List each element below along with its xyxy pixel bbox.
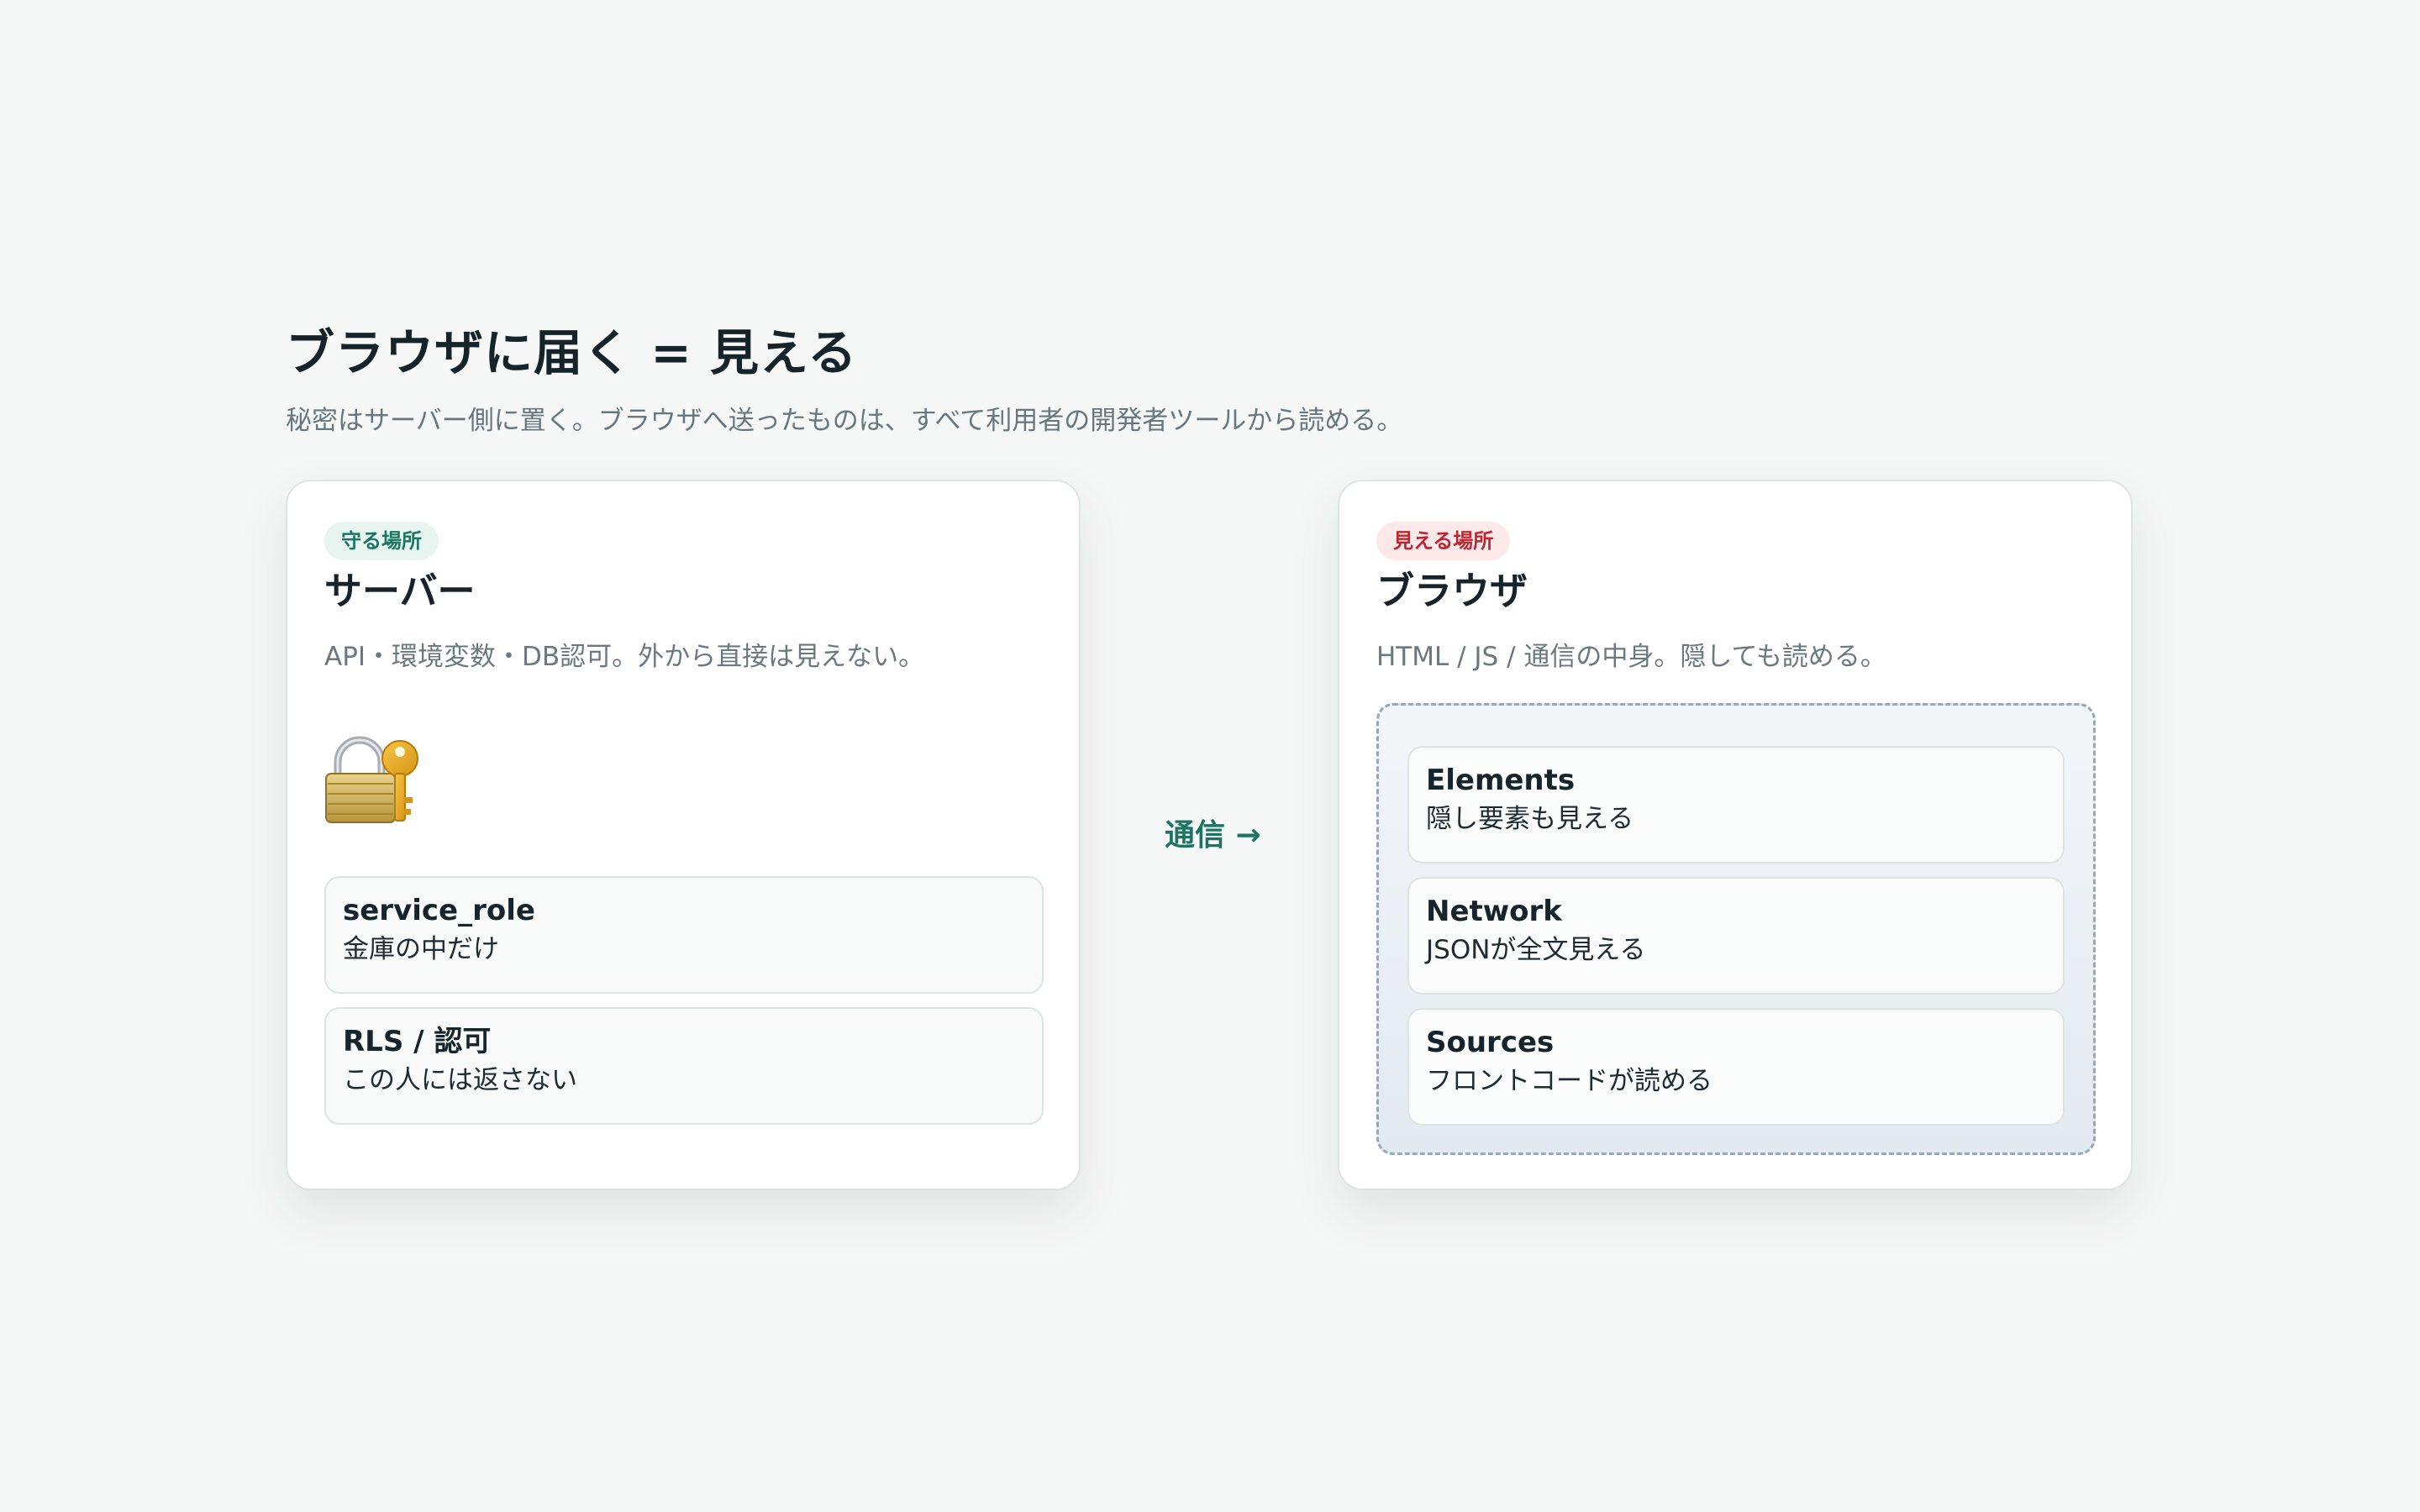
lock-with-key-icon [325,736,418,823]
devtools-item-network: Network JSONが全文見える [1407,877,2065,995]
devtools-item-elements: Elements 隠し要素も見える [1407,746,2065,864]
server-item-subtitle: 金庫の中だけ [343,934,499,964]
page-subtitle: 秘密はサーバー側に置く。ブラウザへ送ったものは、すべて利用者の開発者ツールから読… [286,406,1403,436]
devtools-item-subtitle: JSONが全文見える [1426,935,1646,965]
server-card-description: API・環境変数・DB認可。外から直接は見えない。 [324,642,925,672]
server-card-title: サーバー [324,569,476,613]
devtools-item-title: Network [1426,895,1562,928]
server-badge: 守る場所 [324,522,439,560]
page-title: ブラウザに届く = 見える [286,324,858,381]
server-item-title: RLS / 認可 [343,1025,492,1058]
server-item-subtitle: この人には返さない [343,1065,577,1095]
server-item-rls: RLS / 認可 この人には返さない [324,1007,1044,1125]
flow-arrow-label: 通信 → [1165,818,1261,853]
browser-badge: 見える場所 [1376,522,1511,560]
devtools-item-title: Sources [1426,1026,1555,1059]
browser-card: 見える場所 ブラウザ HTML / JS / 通信の中身。隠しても読める。 El… [1338,480,2133,1190]
devtools-item-sources: Sources フロントコードが読める [1407,1008,2065,1126]
server-item-service-role: service_role 金庫の中だけ [324,876,1044,994]
devtools-item-subtitle: フロントコードが読める [1426,1066,1712,1096]
devtools-panel: Elements 隠し要素も見える Network JSONが全文見える Sou… [1376,703,2096,1155]
devtools-item-subtitle: 隠し要素も見える [1426,804,1634,834]
devtools-item-title: Elements [1426,764,1576,797]
browser-card-description: HTML / JS / 通信の中身。隠しても読める。 [1376,642,1886,672]
server-card: 守る場所 サーバー API・環境変数・DB認可。外から直接は見えない。 serv… [286,480,1081,1190]
server-item-title: service_role [343,894,535,927]
browser-card-title: ブラウザ [1376,569,1528,613]
